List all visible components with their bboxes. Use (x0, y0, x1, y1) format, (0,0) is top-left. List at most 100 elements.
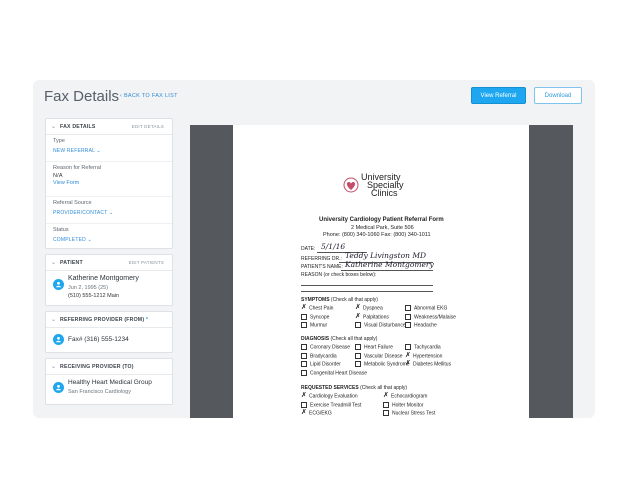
services-label: Echocardiogram (391, 393, 428, 400)
symptoms-label: Syncope (310, 313, 330, 320)
symptoms-label: Weakness/Malaise (414, 313, 456, 320)
referring-provider-header[interactable]: ⌄ REFERRING PROVIDER (FROM) * (46, 312, 172, 328)
type-field: Type NEW REFERRAL ⌄ (46, 135, 172, 162)
diagnosis-label: Lipid Disorder (310, 361, 341, 368)
checkbox-icon (405, 305, 411, 311)
patient-dob: Jun 2, 1995 (25) (68, 285, 109, 291)
symptoms-label: Chest Pain (309, 305, 334, 312)
symptoms-note: (Check all that apply) (330, 297, 378, 303)
fax-details-card: ⌄ FAX DETAILS EDIT DETAILS Type NEW REFE… (45, 118, 173, 249)
diagnosis-label: Congenital Heart Disease (310, 369, 367, 376)
symptoms-label: Headache (414, 322, 437, 329)
patient-card: ⌄ PATIENT EDIT PATIENTS Katherine Montgo… (45, 254, 173, 306)
heart-logo-icon (343, 177, 359, 193)
symptoms-item: ✗ Palpitations (355, 312, 389, 320)
symptoms-label: Visual Disturbance (364, 322, 406, 329)
diagnosis-item: Heart Failure (355, 344, 393, 350)
checked-box-icon: ✗ (355, 304, 361, 311)
patient-name-value: Katherine Montgomery (345, 260, 434, 269)
back-to-fax-list-link[interactable]: ‹ Back to fax list (120, 93, 178, 99)
referring-value: Teddy Livingston MD (345, 251, 427, 260)
checked-box-icon: ✗ (301, 304, 307, 311)
services-item: ✗ Echocardiogram (383, 392, 428, 400)
patient-heading: PATIENT (60, 260, 83, 266)
checkbox-icon (355, 352, 361, 359)
diagnosis-label: Diabetes Mellitus (413, 361, 452, 368)
type-select[interactable]: NEW REFERRAL ⌄ (53, 148, 101, 154)
view-form-link[interactable]: View Form (53, 180, 79, 186)
services-item: Exercise Treadmill Test (301, 401, 361, 408)
reason-line-2 (301, 291, 433, 292)
checkbox-icon (405, 344, 411, 350)
checkbox-icon (301, 401, 307, 408)
checkbox-icon (301, 369, 307, 376)
form-title: University Cardiology Patient Referral F… (319, 217, 444, 223)
checkbox-icon (301, 361, 307, 367)
symptoms-item: Headache (405, 322, 437, 328)
reason-field: Reason for Referral N/A View Form (46, 162, 172, 197)
checkbox-icon (301, 352, 307, 359)
referring-provider-heading: REFERRING PROVIDER (FROM) * (60, 317, 148, 323)
reason-label: REASON (or check boxes below): (301, 272, 377, 278)
diagnosis-heading: DIAGNOSIS (Check all that apply) (301, 336, 377, 342)
symptoms-item: Abnormal EKG (405, 305, 447, 311)
edit-patients-link[interactable]: EDIT PATIENTS (129, 260, 164, 265)
services-item: ✗ ECG/EKG (301, 409, 332, 416)
services-note: (Check all that apply) (360, 385, 408, 391)
form-address: 2 Medical Park, Suite 506 (351, 225, 414, 231)
view-referral-button[interactable]: View Referral (471, 87, 526, 104)
diagnosis-item: ✗ Diabetes Mellitus (405, 360, 452, 368)
referring-label: REFERRING DR.: (301, 256, 342, 262)
download-button[interactable]: Download (534, 87, 582, 104)
checked-box-icon: ✗ (301, 392, 307, 399)
person-icon (53, 334, 64, 345)
patient-name[interactable]: Katherine Montgomery (68, 275, 139, 282)
logo-line3: Clinics (371, 188, 398, 198)
required-marker: * (145, 317, 149, 323)
status-select[interactable]: COMPLETED ⌄ (53, 237, 92, 243)
checkbox-icon (301, 344, 307, 350)
referring-provider-fax[interactable]: Fax# (316) 555-1234 (68, 336, 129, 343)
fax-details-header[interactable]: ⌄ FAX DETAILS EDIT DETAILS (46, 119, 172, 135)
symptoms-item: Syncope (301, 313, 330, 320)
reason-label: Reason for Referral (53, 165, 101, 171)
checked-box-icon: ✗ (355, 312, 361, 320)
patient-name-line (341, 270, 433, 271)
symptoms-item: Weakness/Malaise (405, 313, 456, 320)
referring-provider-heading-text: REFERRING PROVIDER (FROM) (60, 317, 145, 323)
fax-details-window: Fax Details ‹ Back to fax list View Refe… (33, 80, 595, 418)
diagnosis-label: Heart Failure (364, 344, 393, 351)
checkbox-icon (405, 322, 411, 328)
source-field: Referral Source PROVIDER/CONTACT ⌄ (46, 197, 172, 224)
source-select[interactable]: PROVIDER/CONTACT ⌄ (53, 210, 113, 216)
patient-header[interactable]: ⌄ PATIENT EDIT PATIENTS (46, 255, 172, 271)
receiving-provider-header[interactable]: ⌄ RECEIVING PROVIDER (TO) (46, 359, 172, 375)
status-label: Status (53, 227, 69, 233)
fax-document-viewer[interactable]: University Specialty Clinics University … (190, 125, 573, 418)
diagnosis-item: Lipid Disorder (301, 361, 341, 367)
symptoms-heading: SYMPTOMS (Check all that apply) (301, 297, 378, 303)
fax-page: University Specialty Clinics University … (233, 125, 529, 418)
checkbox-icon (301, 313, 307, 320)
diagnosis-heading-text: DIAGNOSIS (301, 336, 330, 342)
services-label: Holter Monitor (392, 401, 424, 408)
type-label: Type (53, 138, 65, 144)
date-label: DATE: (301, 246, 316, 252)
chevron-down-icon: ⌄ (51, 260, 57, 266)
diagnosis-item: ✗ Hypertension (405, 351, 442, 359)
checkbox-icon (301, 322, 307, 328)
symptoms-heading-text: SYMPTOMS (301, 297, 330, 303)
source-label: Referral Source (53, 200, 92, 206)
services-item: Nuclear Stress Test (383, 410, 435, 416)
reason-line-1 (301, 285, 433, 286)
services-item: ✗ Cardiology Evaluation (301, 392, 358, 399)
top-bar: Fax Details ‹ Back to fax list View Refe… (33, 80, 595, 116)
checked-box-icon: ✗ (405, 360, 411, 367)
receiving-provider-name[interactable]: Healthy Heart Medical Group (68, 379, 152, 386)
diagnosis-label: Metabolic Syndrome (364, 361, 410, 368)
diagnosis-label: Vascular Disease (364, 352, 403, 359)
edit-details-link[interactable]: EDIT DETAILS (132, 124, 164, 129)
symptoms-label: Dyspnea (363, 305, 383, 312)
symptoms-item: ✗ Dyspnea (355, 304, 383, 312)
checked-box-icon: ✗ (405, 351, 411, 359)
